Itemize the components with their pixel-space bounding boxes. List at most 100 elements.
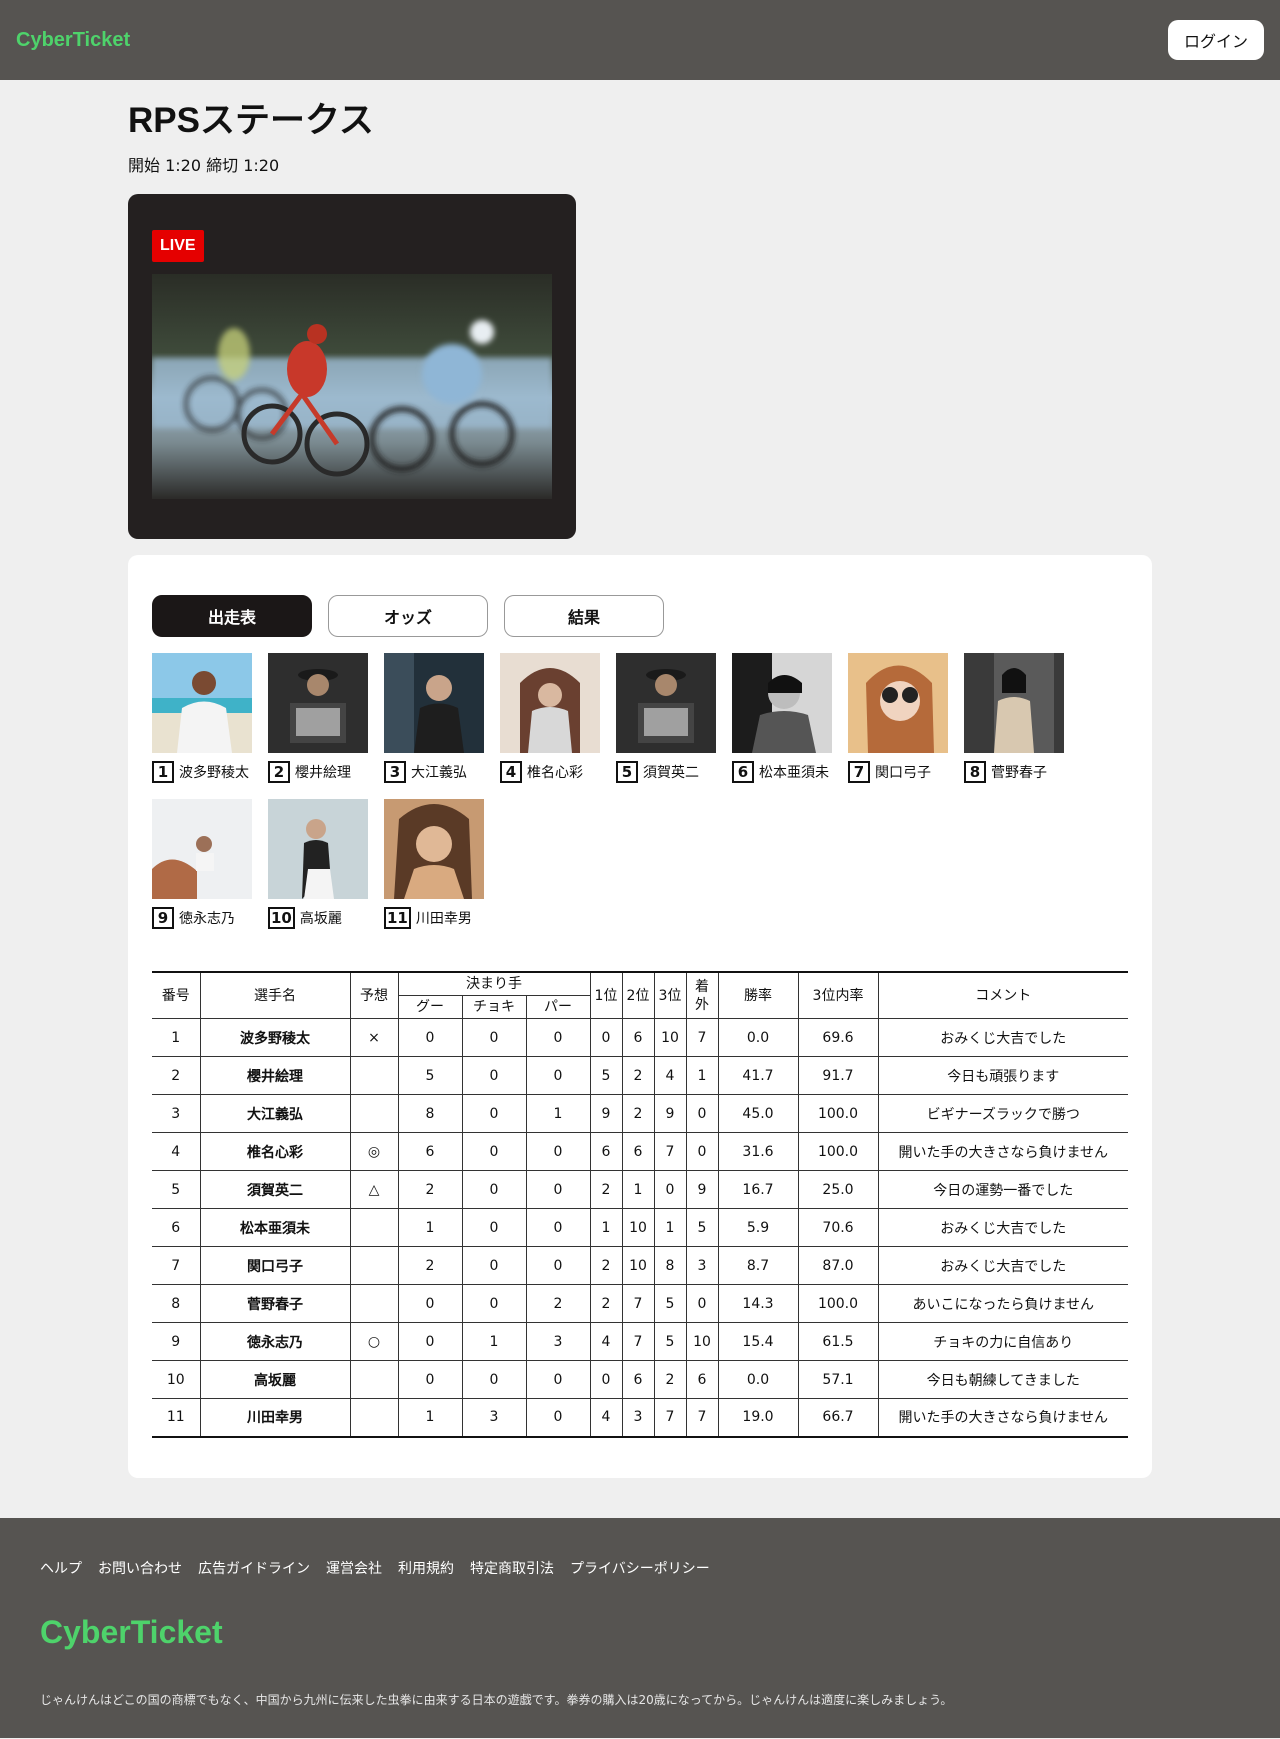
tab-odds[interactable]: オッズ — [328, 595, 488, 637]
cell-player-name: 関口弓子 — [199, 1246, 351, 1285]
cell-prediction — [349, 1360, 399, 1399]
player-name: 菅野春子 — [991, 765, 1047, 781]
player-card[interactable]: 6 松本亜須未 — [732, 653, 832, 783]
cell-first-place: 5 — [589, 1056, 623, 1095]
cell-top3-rate: 100.0 — [797, 1094, 879, 1133]
cell-choki: 0 — [461, 1360, 527, 1399]
cell-player-name: 徳永志乃 — [199, 1322, 351, 1361]
footer-link-terms[interactable]: 利用規約 — [398, 1558, 454, 1578]
cell-goo: 0 — [397, 1360, 463, 1399]
cell-goo: 8 — [397, 1094, 463, 1133]
cell-player-name: 松本亜須未 — [199, 1208, 351, 1247]
player-card[interactable]: 3 大江義弘 — [384, 653, 484, 783]
cell-out-of-place: 7 — [685, 1398, 719, 1438]
cell-choki: 0 — [461, 1094, 527, 1133]
cell-goo: 2 — [397, 1170, 463, 1209]
cell-second-place: 2 — [621, 1094, 655, 1133]
cell-out-of-place: 0 — [685, 1284, 719, 1323]
player-name: 徳永志乃 — [179, 911, 235, 927]
player-name: 大江義弘 — [411, 765, 467, 781]
footer-link-ad-guidelines[interactable]: 広告ガイドライン — [198, 1558, 310, 1578]
header-number: 番号 — [152, 971, 201, 1019]
cell-goo: 6 — [397, 1132, 463, 1171]
cell-prediction: ◎ — [349, 1132, 399, 1171]
cell-prediction — [349, 1094, 399, 1133]
player-card[interactable]: 9 徳永志乃 — [152, 799, 252, 929]
cell-number: 7 — [152, 1246, 201, 1285]
cell-third-place: 7 — [653, 1398, 687, 1438]
player-card[interactable]: 7 関口弓子 — [848, 653, 948, 783]
player-number: 1 — [152, 761, 174, 783]
cell-comment: 今日も頑張ります — [877, 1056, 1128, 1095]
cell-top3-rate: 87.0 — [797, 1246, 879, 1285]
tab-entry-list[interactable]: 出走表 — [152, 595, 312, 637]
cell-win-rate: 19.0 — [717, 1398, 799, 1438]
cell-choki: 0 — [461, 1284, 527, 1323]
player-number: 7 — [848, 761, 870, 783]
cell-goo: 1 — [397, 1208, 463, 1247]
player-number: 4 — [500, 761, 522, 783]
site-logo[interactable]: CyberTicket — [16, 29, 130, 52]
cell-out-of-place: 1 — [685, 1056, 719, 1095]
cell-prediction — [349, 1246, 399, 1285]
cell-number: 4 — [152, 1132, 201, 1171]
cell-second-place: 7 — [621, 1284, 655, 1323]
cell-top3-rate: 66.7 — [797, 1398, 879, 1438]
cell-out-of-place: 0 — [685, 1132, 719, 1171]
cell-player-name: 椎名心彩 — [199, 1132, 351, 1171]
cell-player-name: 大江義弘 — [199, 1094, 351, 1133]
cell-third-place: 1 — [653, 1208, 687, 1247]
cell-comment: あいこになったら負けません — [877, 1284, 1128, 1323]
cell-comment: おみくじ大吉でした — [877, 1208, 1128, 1247]
cell-prediction — [349, 1208, 399, 1247]
player-name: 椎名心彩 — [527, 765, 583, 781]
cell-out-of-place: 0 — [685, 1094, 719, 1133]
tab-results[interactable]: 結果 — [504, 595, 664, 637]
footer-link-privacy[interactable]: プライバシーポリシー — [570, 1558, 710, 1578]
cell-win-rate: 14.3 — [717, 1284, 799, 1323]
cell-second-place: 3 — [621, 1398, 655, 1438]
cell-top3-rate: 91.7 — [797, 1056, 879, 1095]
cell-out-of-place: 6 — [685, 1360, 719, 1399]
cell-third-place: 0 — [653, 1170, 687, 1209]
cell-comment: ビギナーズラックで勝つ — [877, 1094, 1128, 1133]
header-prediction: 予想 — [349, 971, 399, 1019]
live-video[interactable] — [152, 274, 552, 499]
site-footer: ヘルプ お問い合わせ 広告ガイドライン 運営会社 利用規約 特定商取引法 プライ… — [0, 1517, 1280, 1738]
footer-link-contact[interactable]: お問い合わせ — [98, 1558, 182, 1578]
cell-pa: 0 — [525, 1170, 591, 1209]
footer-link-company[interactable]: 運営会社 — [326, 1558, 382, 1578]
player-card[interactable]: 8 菅野春子 — [964, 653, 1064, 783]
footer-link-help[interactable]: ヘルプ — [40, 1558, 82, 1578]
header-kimarite: 決まり手 — [397, 971, 591, 996]
cell-first-place: 2 — [589, 1284, 623, 1323]
entry-card: 出走表 オッズ 結果 1 波多野稜太 2 櫻井絵理 3 大江義弘 4 椎名心彩 … — [128, 555, 1152, 1478]
race-times: 開始 1:20 締切 1:20 — [128, 156, 280, 175]
player-card[interactable]: 2 櫻井絵理 — [268, 653, 368, 783]
cell-choki: 0 — [461, 1170, 527, 1209]
cell-pa: 0 — [525, 1208, 591, 1247]
header-top3-rate: 3位内率 — [797, 971, 879, 1019]
race-tabs: 出走表 オッズ 結果 — [152, 595, 1128, 637]
player-photo — [384, 653, 484, 753]
cell-pa: 0 — [525, 1132, 591, 1171]
login-button[interactable]: ログイン — [1168, 20, 1264, 60]
footer-link-commerce-law[interactable]: 特定商取引法 — [470, 1558, 554, 1578]
table-row: 10 高坂麗 0 0 0 0 6 2 6 0.0 57.1 今日も朝練してきました — [152, 1360, 1128, 1399]
header-second-place: 2位 — [621, 971, 655, 1019]
player-card[interactable]: 5 須賀英二 — [616, 653, 716, 783]
player-card[interactable]: 11 川田幸男 — [384, 799, 484, 929]
cell-first-place: 0 — [589, 1360, 623, 1399]
cell-player-name: 波多野稜太 — [199, 1018, 351, 1057]
cell-second-place: 6 — [621, 1132, 655, 1171]
cell-third-place: 9 — [653, 1094, 687, 1133]
player-card[interactable]: 10 高坂麗 — [268, 799, 368, 929]
cell-number: 5 — [152, 1170, 201, 1209]
player-card[interactable]: 1 波多野稜太 — [152, 653, 252, 783]
main-content: RPSステークス 開始 1:20 締切 1:20 LIVE 出走表 オッズ 結果… — [128, 80, 1152, 1478]
cell-prediction — [349, 1398, 399, 1438]
footer-logo[interactable]: CyberTicket — [40, 1614, 1240, 1651]
footer-links: ヘルプ お問い合わせ 広告ガイドライン 運営会社 利用規約 特定商取引法 プライ… — [40, 1558, 1240, 1578]
cell-pa: 3 — [525, 1322, 591, 1361]
player-card[interactable]: 4 椎名心彩 — [500, 653, 600, 783]
